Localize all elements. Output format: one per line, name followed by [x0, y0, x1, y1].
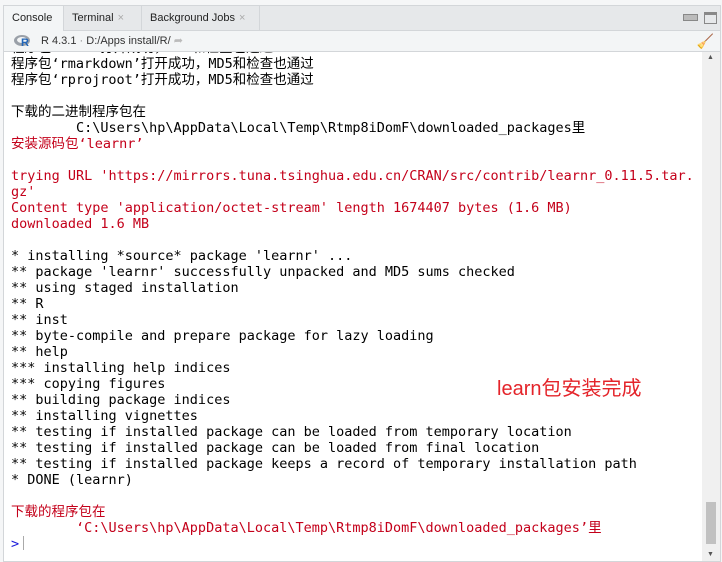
scroll-down-icon[interactable]: ▼	[707, 551, 714, 558]
console-line: ** help	[11, 344, 68, 360]
console-pane: Console Terminal × Background Jobs × R R 4…	[3, 5, 721, 562]
console-line: ​	[11, 152, 694, 168]
console-line: Content type 'application/octet-stream' …	[11, 200, 572, 216]
tab-bar: Console Terminal × Background Jobs ×	[4, 6, 720, 31]
console-line: * installing *source* package 'learnr' .…	[11, 248, 353, 264]
svg-text:R: R	[21, 37, 29, 47]
close-icon[interactable]: ×	[118, 12, 124, 24]
console-line: gz'	[11, 184, 36, 200]
annotation-text: learn包安装完成	[497, 378, 642, 400]
console-line: C:\Users\hp\AppData\Local\Temp\Rtmp8iDom…	[11, 120, 586, 136]
console-line: 安装源码包‘learnr’	[11, 136, 144, 152]
tab-background-jobs[interactable]: Background Jobs ×	[142, 6, 260, 30]
console-toolbar: R R 4.3.1 · D:/Apps install/R/ ➦ 🧹	[4, 31, 720, 52]
console-line: * DONE (learnr)	[11, 472, 133, 488]
prompt: >	[11, 536, 20, 552]
console-line: trying URL 'https://mirrors.tuna.tsinghu…	[11, 168, 694, 184]
console-line: 下载的二进制程序包在	[11, 104, 146, 120]
console-line: ** R	[11, 296, 44, 312]
maximize-icon[interactable]	[704, 12, 717, 24]
clear-console-broom-icon[interactable]: 🧹	[697, 33, 714, 50]
tab-label: Console	[12, 12, 53, 24]
console-prompt-line[interactable]: >	[11, 536, 694, 552]
console-line: 程序包‘rprojroot’打开成功，MD5和检查也通过	[11, 72, 314, 88]
tab-console[interactable]: Console	[4, 6, 64, 31]
console-line: ** byte-compile and prepare package for …	[11, 328, 434, 344]
text-cursor	[23, 536, 25, 550]
console-line: ** installing vignettes	[11, 408, 198, 424]
scroll-up-icon[interactable]: ▲	[707, 54, 714, 61]
console-line: ​	[11, 88, 694, 104]
console-line: 下载的程序包在	[11, 504, 106, 520]
console-line: ​	[11, 488, 694, 504]
r-version: R 4.3.1	[41, 35, 77, 47]
console-line: ** package 'learnr' successfully unpacke…	[11, 264, 515, 280]
close-icon[interactable]: ×	[239, 12, 245, 24]
working-directory: D:/Apps install/R/	[86, 35, 171, 47]
console-line: ** testing if installed package can be l…	[11, 440, 540, 456]
tab-label: Terminal	[72, 12, 114, 24]
console-line: ​	[11, 232, 694, 248]
scrollbar-thumb[interactable]	[706, 502, 716, 544]
console-line: ** inst	[11, 312, 68, 328]
console-output[interactable]: 程序包‘renv’打开成功，MD5和检查也通过程序包‘rmarkdown’打开成…	[4, 52, 702, 561]
tab-label: Background Jobs	[150, 12, 235, 24]
vertical-scrollbar[interactable]: ▲ ▼	[702, 52, 720, 561]
console-lines: 程序包‘renv’打开成功，MD5和检查也通过程序包‘rmarkdown’打开成…	[11, 52, 694, 552]
separator: ·	[79, 35, 84, 47]
console-line: ** using staged installation	[11, 280, 239, 296]
console-line: downloaded 1.6 MB	[11, 216, 150, 232]
minimize-icon[interactable]	[683, 14, 698, 21]
console-line: 程序包‘rmarkdown’打开成功，MD5和检查也通过	[11, 56, 314, 72]
go-to-directory-icon[interactable]: ➦	[174, 35, 183, 47]
tab-terminal[interactable]: Terminal ×	[64, 6, 142, 30]
console-line: ** testing if installed package can be l…	[11, 424, 572, 440]
console-line: ‘C:\Users\hp\AppData\Local\Temp\Rtmp8iDo…	[11, 520, 602, 536]
console-line: ** testing if installed package keeps a …	[11, 456, 637, 472]
r-logo-icon: R	[14, 35, 30, 47]
